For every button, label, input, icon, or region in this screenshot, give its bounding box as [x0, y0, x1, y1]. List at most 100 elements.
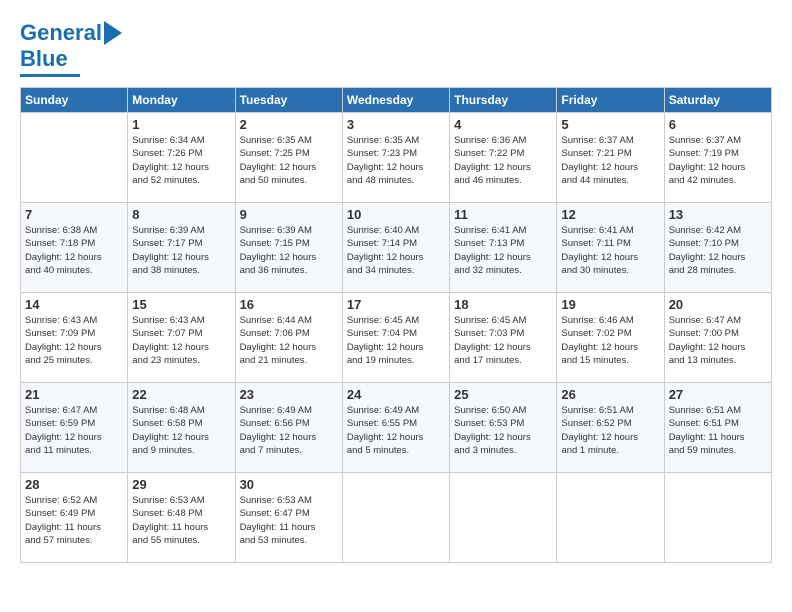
- day-info: Sunrise: 6:41 AM Sunset: 7:13 PM Dayligh…: [454, 224, 552, 277]
- day-info: Sunrise: 6:38 AM Sunset: 7:18 PM Dayligh…: [25, 224, 123, 277]
- day-number: 17: [347, 297, 445, 312]
- day-number: 25: [454, 387, 552, 402]
- logo-underline: [20, 74, 80, 77]
- calendar-cell: 21 Sunrise: 6:47 AM Sunset: 6:59 PM Dayli…: [21, 383, 128, 473]
- day-number: 8: [132, 207, 230, 222]
- day-info: Sunrise: 6:35 AM Sunset: 7:25 PM Dayligh…: [240, 134, 338, 187]
- calendar-cell: 28 Sunrise: 6:52 AM Sunset: 6:49 PM Dayli…: [21, 473, 128, 563]
- day-number: 22: [132, 387, 230, 402]
- calendar-cell: 24Sunrise: 6:49 AM Sunset: 6:55 PM Dayli…: [342, 383, 449, 473]
- day-number: 14: [25, 297, 123, 312]
- day-info: Sunrise: 6:43 AM Sunset: 7:07 PM Dayligh…: [132, 314, 230, 367]
- day-number: 15: [132, 297, 230, 312]
- day-info: Sunrise: 6:52 AM Sunset: 6:49 PM Dayligh…: [25, 494, 123, 547]
- day-number: 19: [561, 297, 659, 312]
- calendar-cell: 9 Sunrise: 6:39 AM Sunset: 7:15 PM Daylig…: [235, 203, 342, 293]
- day-number: 21: [25, 387, 123, 402]
- calendar-table: SundayMondayTuesdayWednesdayThursdayFrid…: [20, 87, 772, 563]
- day-info: Sunrise: 6:51 AM Sunset: 6:52 PM Dayligh…: [561, 404, 659, 457]
- day-info: Sunrise: 6:36 AM Sunset: 7:22 PM Dayligh…: [454, 134, 552, 187]
- day-number: 30: [240, 477, 338, 492]
- day-number: 13: [669, 207, 767, 222]
- calendar-cell: [450, 473, 557, 563]
- calendar-cell: 6 Sunrise: 6:37 AM Sunset: 7:19 PM Daylig…: [664, 113, 771, 203]
- day-info: Sunrise: 6:51 AM Sunset: 6:51 PM Dayligh…: [669, 404, 767, 457]
- day-info: Sunrise: 6:46 AM Sunset: 7:02 PM Dayligh…: [561, 314, 659, 367]
- day-number: 18: [454, 297, 552, 312]
- day-number: 12: [561, 207, 659, 222]
- weekday-header-friday: Friday: [557, 88, 664, 113]
- day-info: Sunrise: 6:45 AM Sunset: 7:03 PM Dayligh…: [454, 314, 552, 367]
- day-info: Sunrise: 6:39 AM Sunset: 7:17 PM Dayligh…: [132, 224, 230, 277]
- weekday-header-monday: Monday: [128, 88, 235, 113]
- day-number: 9: [240, 207, 338, 222]
- calendar-cell: 3 Sunrise: 6:35 AM Sunset: 7:23 PM Daylig…: [342, 113, 449, 203]
- day-info: Sunrise: 6:35 AM Sunset: 7:23 PM Dayligh…: [347, 134, 445, 187]
- day-info: Sunrise: 6:48 AM Sunset: 6:58 PM Dayligh…: [132, 404, 230, 457]
- day-number: 26: [561, 387, 659, 402]
- weekday-header-sunday: Sunday: [21, 88, 128, 113]
- day-info: Sunrise: 6:37 AM Sunset: 7:21 PM Dayligh…: [561, 134, 659, 187]
- calendar-cell: 22 Sunrise: 6:48 AM Sunset: 6:58 PM Dayli…: [128, 383, 235, 473]
- calendar-cell: 7 Sunrise: 6:38 AM Sunset: 7:18 PM Daylig…: [21, 203, 128, 293]
- calendar-cell: 13 Sunrise: 6:42 AM Sunset: 7:10 PM Dayli…: [664, 203, 771, 293]
- calendar-cell: 11 Sunrise: 6:41 AM Sunset: 7:13 PM Dayli…: [450, 203, 557, 293]
- day-info: Sunrise: 6:44 AM Sunset: 7:06 PM Dayligh…: [240, 314, 338, 367]
- day-info: Sunrise: 6:50 AM Sunset: 6:53 PM Dayligh…: [454, 404, 552, 457]
- day-info: Sunrise: 6:49 AM Sunset: 6:56 PM Dayligh…: [240, 404, 338, 457]
- calendar-cell: 29 Sunrise: 6:53 AM Sunset: 6:48 PM Dayli…: [128, 473, 235, 563]
- calendar-cell: [557, 473, 664, 563]
- day-info: Sunrise: 6:53 AM Sunset: 6:48 PM Dayligh…: [132, 494, 230, 547]
- calendar-cell: 19 Sunrise: 6:46 AM Sunset: 7:02 PM Dayli…: [557, 293, 664, 383]
- day-number: 1: [132, 117, 230, 132]
- day-info: Sunrise: 6:47 AM Sunset: 7:00 PM Dayligh…: [669, 314, 767, 367]
- calendar-cell: 12 Sunrise: 6:41 AM Sunset: 7:11 PM Dayli…: [557, 203, 664, 293]
- day-number: 11: [454, 207, 552, 222]
- calendar-cell: 16 Sunrise: 6:44 AM Sunset: 7:06 PM Dayli…: [235, 293, 342, 383]
- day-info: Sunrise: 6:42 AM Sunset: 7:10 PM Dayligh…: [669, 224, 767, 277]
- calendar-cell: 27 Sunrise: 6:51 AM Sunset: 6:51 PM Dayli…: [664, 383, 771, 473]
- day-number: 10: [347, 207, 445, 222]
- calendar-cell: 8 Sunrise: 6:39 AM Sunset: 7:17 PM Daylig…: [128, 203, 235, 293]
- weekday-header-thursday: Thursday: [450, 88, 557, 113]
- day-info: Sunrise: 6:53 AM Sunset: 6:47 PM Dayligh…: [240, 494, 338, 547]
- calendar-cell: [21, 113, 128, 203]
- weekday-header-wednesday: Wednesday: [342, 88, 449, 113]
- weekday-header-saturday: Saturday: [664, 88, 771, 113]
- calendar-cell: 15 Sunrise: 6:43 AM Sunset: 7:07 PM Dayli…: [128, 293, 235, 383]
- calendar-cell: 25 Sunrise: 6:50 AM Sunset: 6:53 PM Dayli…: [450, 383, 557, 473]
- calendar-cell: 2 Sunrise: 6:35 AM Sunset: 7:25 PM Daylig…: [235, 113, 342, 203]
- day-number: 20: [669, 297, 767, 312]
- day-number: 16: [240, 297, 338, 312]
- calendar-cell: [342, 473, 449, 563]
- day-number: 7: [25, 207, 123, 222]
- calendar-cell: 23 Sunrise: 6:49 AM Sunset: 6:56 PM Dayli…: [235, 383, 342, 473]
- day-number: 4: [454, 117, 552, 132]
- day-info: Sunrise: 6:43 AM Sunset: 7:09 PM Dayligh…: [25, 314, 123, 367]
- day-number: 29: [132, 477, 230, 492]
- logo: General Blue: [20, 20, 122, 77]
- calendar-cell: 18 Sunrise: 6:45 AM Sunset: 7:03 PM Dayli…: [450, 293, 557, 383]
- calendar-cell: 14 Sunrise: 6:43 AM Sunset: 7:09 PM Dayli…: [21, 293, 128, 383]
- day-info: Sunrise: 6:41 AM Sunset: 7:11 PM Dayligh…: [561, 224, 659, 277]
- day-number: 24: [347, 387, 445, 402]
- day-number: 2: [240, 117, 338, 132]
- calendar-cell: 26 Sunrise: 6:51 AM Sunset: 6:52 PM Dayli…: [557, 383, 664, 473]
- day-number: 28: [25, 477, 123, 492]
- weekday-header-tuesday: Tuesday: [235, 88, 342, 113]
- day-number: 27: [669, 387, 767, 402]
- calendar-cell: 10Sunrise: 6:40 AM Sunset: 7:14 PM Dayli…: [342, 203, 449, 293]
- day-info: Sunrise: 6:39 AM Sunset: 7:15 PM Dayligh…: [240, 224, 338, 277]
- day-number: 6: [669, 117, 767, 132]
- calendar-cell: 17Sunrise: 6:45 AM Sunset: 7:04 PM Dayli…: [342, 293, 449, 383]
- logo-arrow-icon: [104, 21, 122, 45]
- day-info: Sunrise: 6:47 AM Sunset: 6:59 PM Dayligh…: [25, 404, 123, 457]
- calendar-cell: 30 Sunrise: 6:53 AM Sunset: 6:47 PM Dayli…: [235, 473, 342, 563]
- calendar-cell: [664, 473, 771, 563]
- day-number: 3: [347, 117, 445, 132]
- day-info: Sunrise: 6:37 AM Sunset: 7:19 PM Dayligh…: [669, 134, 767, 187]
- calendar-cell: 4 Sunrise: 6:36 AM Sunset: 7:22 PM Daylig…: [450, 113, 557, 203]
- day-number: 23: [240, 387, 338, 402]
- calendar-cell: 5Sunrise: 6:37 AM Sunset: 7:21 PM Daylig…: [557, 113, 664, 203]
- calendar-cell: 1Sunrise: 6:34 AM Sunset: 7:26 PM Daylig…: [128, 113, 235, 203]
